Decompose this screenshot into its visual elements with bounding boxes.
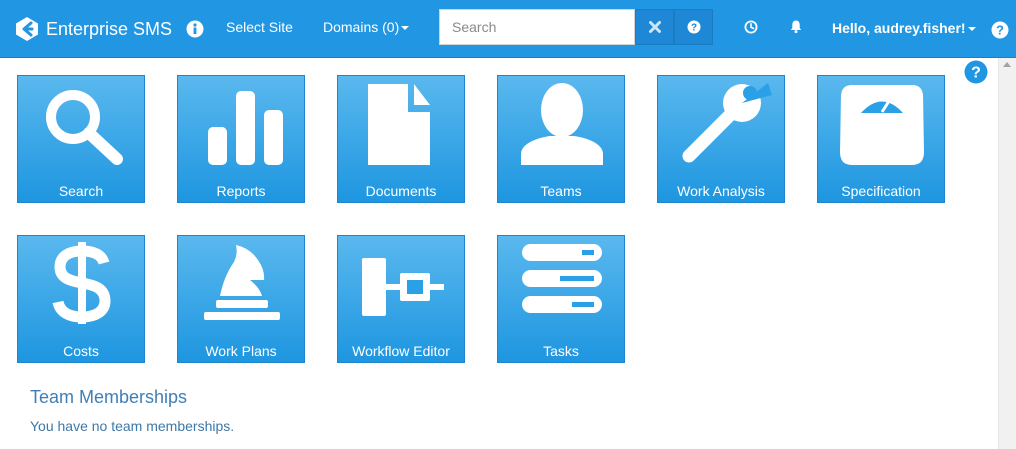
document-icon — [368, 84, 430, 165]
workflow-icon — [362, 258, 444, 316]
team-memberships-message: You have no team memberships. — [30, 418, 235, 434]
tile-label: Costs — [63, 343, 99, 359]
tile-workflow-editor[interactable]: Workflow Editor — [337, 235, 465, 363]
tile-label: Teams — [540, 183, 582, 199]
scale-icon — [840, 85, 924, 165]
svg-text:?: ? — [996, 23, 1004, 38]
vertical-scrollbar[interactable] — [998, 58, 1016, 449]
wrench-icon — [682, 83, 772, 163]
team-memberships-title: Team Memberships — [30, 387, 188, 407]
tile-work-plans[interactable]: Work Plans — [177, 235, 305, 363]
select-site-link[interactable]: Select Site — [226, 19, 293, 35]
clock-icon[interactable] — [744, 20, 758, 34]
tile-documents[interactable]: Documents — [337, 75, 465, 203]
svg-text:?: ? — [971, 65, 981, 82]
tile-label: Reports — [216, 183, 266, 199]
tile-search[interactable]: Search — [17, 75, 145, 203]
page-help-icon[interactable]: ? — [964, 60, 988, 84]
brand-link[interactable]: Enterprise SMS — [14, 14, 172, 44]
tile-work-analysis[interactable]: Work Analysis — [657, 75, 785, 203]
bell-icon[interactable] — [789, 19, 803, 34]
question-circle-icon[interactable]: ? — [991, 21, 1009, 39]
question-circle-icon: ? — [687, 20, 700, 34]
tile-tasks[interactable]: Tasks — [497, 235, 625, 363]
tile-label: Documents — [365, 183, 437, 199]
tile-reports[interactable]: Reports — [177, 75, 305, 203]
tile-label: Workflow Editor — [352, 343, 450, 359]
user-icon — [521, 83, 603, 165]
tile-teams[interactable]: Teams — [497, 75, 625, 203]
tile-label: Specification — [841, 183, 921, 199]
info-circle-icon[interactable] — [186, 20, 204, 38]
tile-label: Search — [58, 183, 104, 199]
enterprise-logo-icon — [16, 17, 38, 41]
tile-costs[interactable]: Costs — [17, 235, 145, 363]
scroll-up-icon[interactable] — [1003, 62, 1011, 67]
domains-dropdown[interactable]: Domains (0) — [323, 19, 410, 35]
chevron-down-icon — [401, 26, 410, 31]
search-help-button[interactable]: ? — [674, 9, 713, 45]
tile-label: Work Analysis — [677, 183, 765, 199]
dollar-icon — [52, 242, 111, 324]
domains-label: Domains (0) — [323, 19, 400, 35]
tile-specification[interactable]: Specification — [817, 75, 945, 203]
top-navbar: Enterprise SMS Select Site Domains (0) ?… — [0, 0, 1016, 58]
chevron-down-icon — [967, 27, 976, 32]
tile-label: Tasks — [543, 343, 579, 359]
bar-chart-icon — [208, 91, 283, 165]
tile-label: Work Plans — [205, 343, 277, 359]
clear-search-button[interactable] — [635, 9, 674, 45]
tasks-icon — [522, 244, 602, 313]
brand-name: Enterprise SMS — [46, 18, 173, 39]
magnifier-icon — [46, 90, 123, 165]
search-input[interactable] — [439, 9, 635, 45]
user-menu[interactable]: Hello, audrey.fisher! — [832, 20, 976, 36]
svg-text:?: ? — [690, 23, 696, 34]
close-icon — [648, 21, 661, 33]
chess-knight-icon — [204, 245, 280, 320]
user-greeting: Hello, audrey.fisher! — [832, 20, 966, 36]
